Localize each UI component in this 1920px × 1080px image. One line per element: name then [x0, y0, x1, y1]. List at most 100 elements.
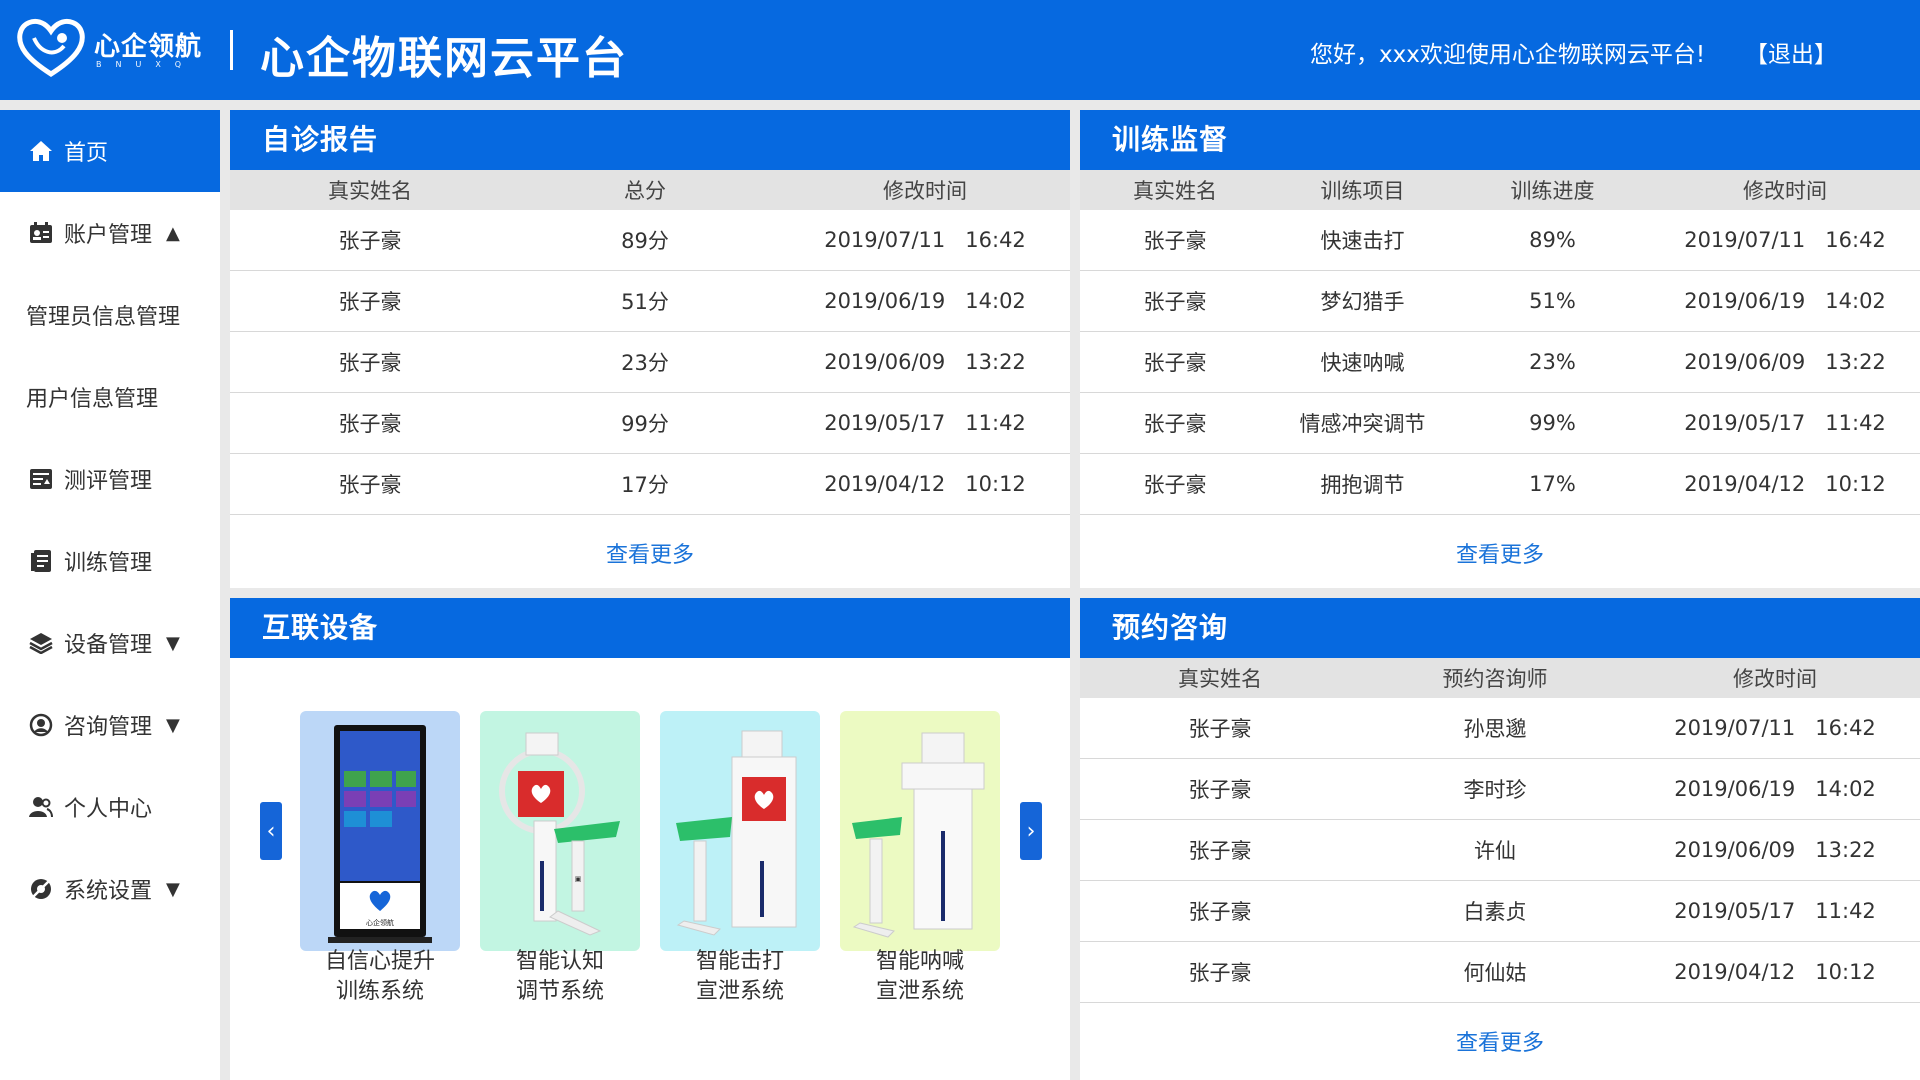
table-row[interactable]: 张子豪 99分 2019/05/17 11:42: [230, 393, 1070, 454]
nav-assessment[interactable]: 测评管理: [0, 438, 220, 520]
nav-label: 管理员信息管理: [26, 305, 181, 330]
sidebar: 首页 账户管理 ▲ 管理员信息管理 用户信息管理 测评管理 训练管理 设备管理 …: [0, 110, 220, 1080]
view-more-link[interactable]: 查看更多: [1080, 537, 1920, 569]
cell-time: 2019/07/11 16:42: [824, 228, 1026, 252]
caret-down-icon: ▼: [166, 632, 180, 654]
device-card[interactable]: 心企领航: [300, 711, 460, 951]
nav-admin-info[interactable]: 管理员信息管理: [0, 274, 220, 356]
carousel-next-button[interactable]: ›: [1020, 802, 1042, 860]
table-row[interactable]: 张子豪 89分 2019/07/11 16:42: [230, 210, 1070, 271]
kiosk-image: 心企领航: [328, 725, 432, 943]
device-label[interactable]: 智能认知 调节系统: [470, 947, 650, 1007]
device-icon: [28, 630, 54, 656]
user-icon: [28, 794, 54, 820]
table-row[interactable]: 张子豪 孙思邈 2019/07/11 16:42: [1080, 698, 1920, 759]
table-row[interactable]: 张子豪 17分 2019/04/12 10:12: [230, 454, 1070, 515]
device-label-line: 自信心提升: [324, 949, 435, 974]
cell-name: 张子豪: [338, 473, 402, 497]
device-label[interactable]: 智能击打 宣泄系统: [650, 947, 830, 1007]
cell-name: 张子豪: [1143, 351, 1207, 375]
table-row[interactable]: 张子豪 梦幻猎手 51% 2019/06/19 14:02: [1080, 271, 1920, 332]
table-row[interactable]: 张子豪 何仙姑 2019/04/12 10:12: [1080, 942, 1920, 1003]
device-label[interactable]: 智能呐喊 宣泄系统: [830, 947, 1010, 1007]
kiosk-brand-text: 心企领航: [366, 918, 394, 927]
nav-consult[interactable]: 咨询管理 ▼: [0, 684, 220, 766]
cell-name: 张子豪: [338, 412, 402, 436]
table-row[interactable]: 张子豪 李时珍 2019/06/19 14:02: [1080, 759, 1920, 820]
table-row[interactable]: 张子豪 快速呐喊 23% 2019/06/09 13:22: [1080, 332, 1920, 393]
app-title: 心企物联网云平台: [260, 33, 628, 84]
cell-name: 张子豪: [1143, 229, 1207, 253]
caret-up-icon: ▲: [166, 222, 180, 244]
table-row[interactable]: 张子豪 23分 2019/06/09 13:22: [230, 332, 1070, 393]
logout-link[interactable]: 【退出】: [1745, 35, 1837, 69]
chevron-left-icon: ‹: [266, 818, 276, 844]
caret-down-icon: ▼: [166, 714, 180, 736]
carousel-prev-button[interactable]: ‹: [260, 802, 282, 860]
top-header: 心企领航 BNUXQ 心企物联网云平台 您好，xxx欢迎使用心企物联网云平台! …: [0, 0, 1920, 100]
nav-account[interactable]: 账户管理 ▲: [0, 192, 220, 274]
devices-panel: 互联设备 ‹ › 心企领航 自信心提升 训练系统 ▣ 智能认知 调节系统 智能击…: [230, 598, 1070, 1080]
cell-time: 2019/05/17 11:42: [1674, 899, 1876, 923]
cell-progress: 51%: [1529, 289, 1576, 313]
training-panel: 训练监督 真实姓名 训练项目 训练进度 修改时间 张子豪 快速击打 89% 20…: [1080, 110, 1920, 588]
column-header: 真实姓名: [1133, 179, 1217, 203]
cognition-device-image: ▣: [499, 732, 620, 936]
nav-label: 训练管理: [64, 551, 153, 576]
device-label-line: 调节系统: [515, 979, 604, 1004]
cell-time: 2019/06/19 14:02: [1674, 777, 1876, 801]
home-icon: [28, 138, 54, 164]
nav-settings[interactable]: 系统设置 ▼: [0, 848, 220, 930]
table-row[interactable]: 张子豪 白素贞 2019/05/17 11:42: [1080, 881, 1920, 942]
nav-training[interactable]: 训练管理: [0, 520, 220, 602]
nav-home[interactable]: 首页: [0, 110, 220, 192]
table-row[interactable]: 张子豪 许仙 2019/06/09 13:22: [1080, 820, 1920, 881]
column-header: 预约咨询师: [1442, 667, 1548, 691]
cell-project: 拥抱调节: [1320, 473, 1405, 497]
cell-project: 情感冲突调节: [1299, 412, 1426, 436]
cell-score: 51分: [621, 290, 669, 314]
view-more-link[interactable]: 查看更多: [230, 537, 1070, 569]
column-header: 真实姓名: [328, 179, 412, 203]
cell-counselor: 何仙姑: [1463, 961, 1527, 985]
device-card[interactable]: ▣: [480, 711, 640, 951]
nav-label: 用户信息管理: [26, 387, 159, 412]
cell-progress: 23%: [1529, 350, 1576, 374]
nav-personal[interactable]: 个人中心: [0, 766, 220, 848]
cell-score: 23分: [621, 351, 669, 375]
cell-project: 快速呐喊: [1320, 351, 1405, 375]
device-label[interactable]: 自信心提升 训练系统: [290, 947, 470, 1007]
cell-time: 2019/05/17 11:42: [1684, 411, 1886, 435]
consult-icon: [28, 712, 54, 738]
device-card[interactable]: [660, 711, 820, 951]
table-row[interactable]: 张子豪 情感冲突调节 99% 2019/05/17 11:42: [1080, 393, 1920, 454]
device-card[interactable]: [840, 711, 1000, 951]
nav-label: 测评管理: [64, 469, 153, 494]
header-divider: [230, 30, 233, 70]
nav-label: 系统设置: [64, 879, 153, 904]
cell-time: 2019/04/12 10:12: [1684, 472, 1886, 496]
cell-name: 张子豪: [1188, 778, 1252, 802]
nav-device[interactable]: 设备管理 ▼: [0, 602, 220, 684]
chevron-right-icon: ›: [1026, 818, 1036, 844]
cell-counselor: 许仙: [1474, 839, 1516, 863]
column-header: 修改时间: [883, 179, 967, 203]
cell-time: 2019/04/12 10:12: [824, 472, 1026, 496]
appointments-panel: 预约咨询 真实姓名 预约咨询师 修改时间 张子豪 孙思邈 2019/07/11 …: [1080, 598, 1920, 1080]
panel-title: 自诊报告: [230, 110, 1070, 170]
cell-name: 张子豪: [1143, 290, 1207, 314]
table-row[interactable]: 张子豪 快速击打 89% 2019/07/11 16:42: [1080, 210, 1920, 271]
device-label-line: 宣泄系统: [875, 979, 964, 1004]
cell-progress: 89%: [1529, 228, 1576, 252]
cell-time: 2019/06/09 13:22: [1684, 350, 1886, 374]
device-label-line: 宣泄系统: [695, 979, 784, 1004]
view-more-link[interactable]: 查看更多: [1080, 1025, 1920, 1057]
cell-score: 17分: [621, 473, 669, 497]
table-row[interactable]: 张子豪 拥抱调节 17% 2019/04/12 10:12: [1080, 454, 1920, 515]
cell-name: 张子豪: [1188, 900, 1252, 924]
strike-device-image: [676, 730, 797, 936]
self-report-panel: 自诊报告 真实姓名 总分 修改时间 张子豪 89分 2019/07/11 16:…: [230, 110, 1070, 588]
table-row[interactable]: 张子豪 51分 2019/06/19 14:02: [230, 271, 1070, 332]
cell-time: 2019/06/19 14:02: [1684, 289, 1886, 313]
nav-user-info[interactable]: 用户信息管理: [0, 356, 220, 438]
